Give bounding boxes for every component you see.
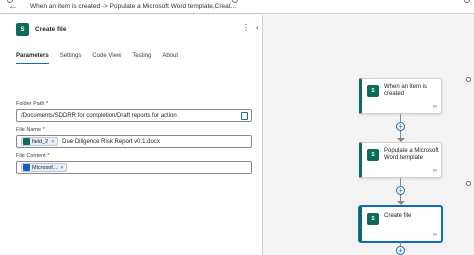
folder-path-field[interactable]: /Documents/SDDRR for completion/Draft re… [16, 109, 252, 122]
more-options-icon[interactable]: ⋮ [242, 24, 250, 32]
browse-file-icon[interactable] [241, 112, 248, 120]
window-titlebar: ← When an item is created -> Populate a … [0, 0, 474, 14]
dynamic-content-token[interactable]: field_2 × [21, 137, 59, 146]
resize-handle-icon[interactable] [464, 0, 470, 3]
panel-header: S Create file [16, 23, 66, 36]
flow-step-create-file[interactable]: S Create file ∞ [359, 206, 442, 242]
sharepoint-icon: S [367, 85, 379, 97]
link-icon: ∞ [432, 168, 437, 174]
connector-line [400, 114, 401, 122]
tab-testing[interactable]: Testing [132, 53, 151, 64]
tab-code-view[interactable]: Code View [92, 53, 121, 64]
window-title: When an item is created -> Populate a Mi… [30, 3, 236, 10]
sharepoint-icon: S [367, 213, 379, 225]
link-icon: ∞ [432, 232, 437, 238]
token-label: Microsof... [32, 164, 58, 171]
panel-title[interactable]: Create file [35, 26, 66, 33]
step-label: When an item is created [384, 84, 428, 97]
token-label: field_2 [32, 138, 49, 145]
resize-handle-icon[interactable] [232, 0, 238, 3]
remove-token-icon[interactable]: × [60, 165, 63, 171]
step-label: Populate a Microsoft Word template [384, 148, 439, 161]
add-step-button[interactable]: + [396, 122, 405, 131]
arrow-down-icon [397, 201, 405, 205]
file-name-field[interactable]: field_2 × Due Diligence Risk Report v0.1… [16, 135, 252, 148]
collapse-panel-icon[interactable]: ‹ [256, 24, 259, 32]
add-step-button[interactable]: + [396, 246, 405, 255]
file-content-field[interactable]: Microsof... × [16, 161, 252, 174]
link-icon: ∞ [432, 104, 437, 110]
flow-step-trigger[interactable]: S When an item is created ∞ [359, 78, 442, 114]
file-content-label: File Content * [16, 153, 50, 159]
word-icon [23, 164, 30, 171]
file-name-value: Due Diligence Risk Report v0.1.docx [62, 138, 160, 145]
step-label: Create file [384, 213, 412, 219]
connector-line [400, 131, 401, 138]
dynamic-content-token[interactable]: Microsof... × [21, 163, 68, 172]
folder-path-label: Folder Path * [16, 101, 49, 107]
tab-parameters[interactable]: Parameters [16, 53, 49, 64]
sharepoint-icon [23, 138, 30, 145]
flow-designer-canvas[interactable]: S When an item is created ∞ + S Populate… [264, 15, 474, 255]
resize-handle-icon[interactable] [466, 181, 471, 186]
panel-tabs: Parameters Settings Code View Testing Ab… [16, 53, 189, 64]
tab-about[interactable]: About [162, 53, 178, 64]
folder-path-value: /Documents/SDDRR for completion/Draft re… [21, 112, 177, 119]
resize-handle-icon[interactable] [466, 77, 471, 82]
action-properties-panel: S Create file ⋮ ‹ Parameters Settings Co… [2, 15, 263, 255]
remove-token-icon[interactable]: × [51, 139, 54, 145]
sharepoint-icon: S [16, 23, 29, 36]
flow-step-populate-word[interactable]: S Populate a Microsoft Word template ∞ [359, 142, 442, 178]
tab-settings[interactable]: Settings [60, 53, 82, 64]
sharepoint-icon: S [367, 149, 379, 161]
add-step-button[interactable]: + [396, 186, 405, 195]
file-name-label: File Name * [16, 127, 45, 133]
connector-line [400, 178, 401, 186]
